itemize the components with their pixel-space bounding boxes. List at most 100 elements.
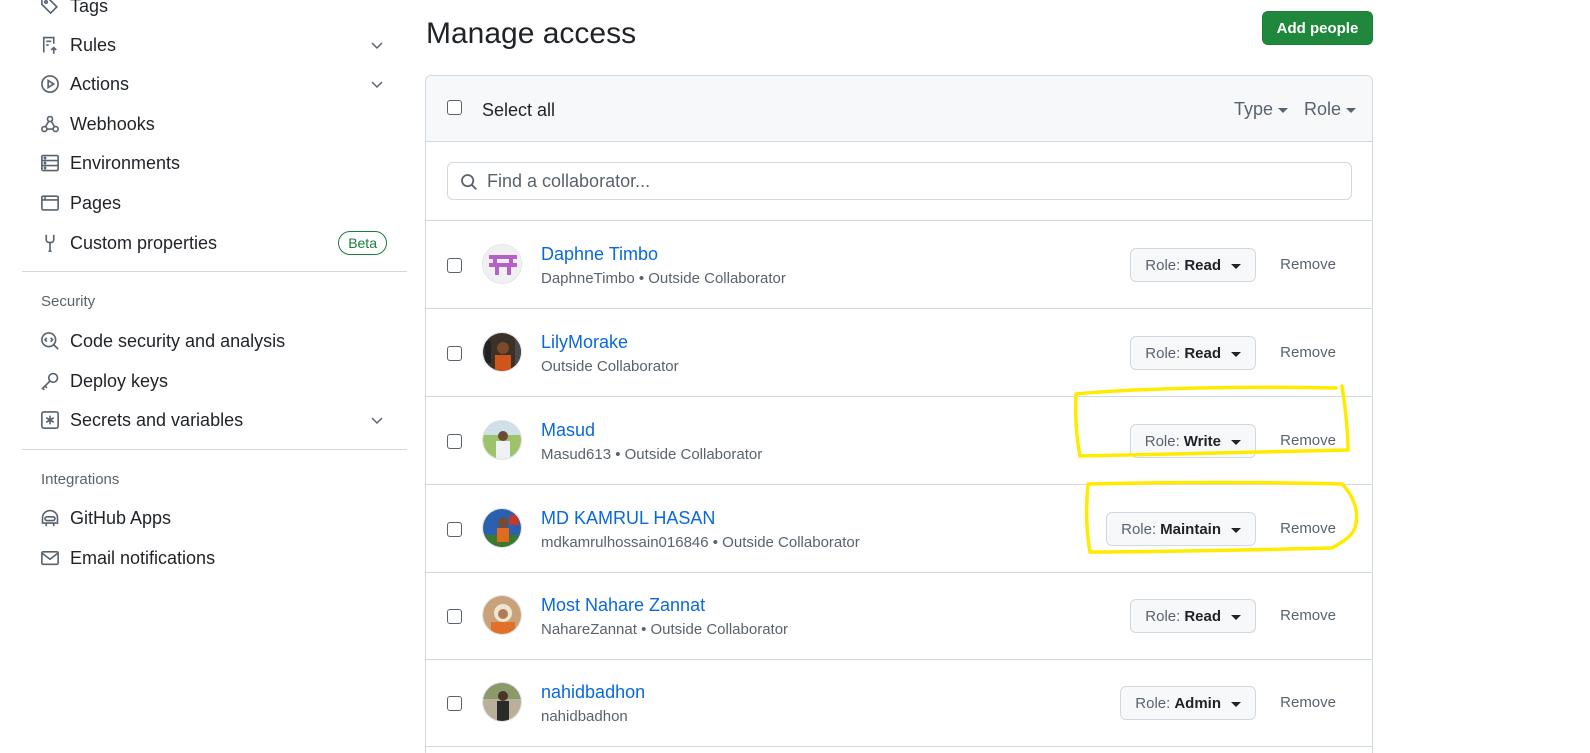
member-name-link[interactable]: Daphne Timbo (541, 244, 658, 265)
search-box[interactable] (447, 162, 1352, 200)
caret-down-icon (1231, 439, 1241, 445)
key-icon (39, 370, 61, 392)
remove-button[interactable]: Remove (1280, 607, 1336, 624)
caret-down-icon (1231, 701, 1241, 707)
tools-icon (39, 232, 61, 254)
role-dropdown-button[interactable]: Role: Admin (1120, 686, 1256, 720)
search-icon (461, 174, 477, 190)
sidebar-item-pages[interactable]: Pages (22, 186, 407, 220)
play-icon (39, 73, 61, 95)
member-meta: Masud613 • Outside Collaborator (541, 446, 763, 463)
collaborator-row: MD KAMRUL HASAN mdkamrulhossain016846 • … (426, 485, 1372, 573)
member-name-link[interactable]: Masud (541, 420, 595, 441)
sidebar-item-email-notifications[interactable]: Email notifications (22, 541, 407, 575)
sidebar-item-tags[interactable]: Tags (22, 0, 407, 23)
role-value: Admin (1174, 694, 1221, 712)
sidebar-item-label: Webhooks (70, 113, 155, 134)
role-dropdown-button[interactable]: Role: Maintain (1106, 512, 1256, 546)
sidebar-item-deploy-keys[interactable]: Deploy keys (22, 364, 407, 398)
row-checkbox[interactable] (447, 346, 462, 361)
caret-down-icon (1278, 108, 1289, 113)
sidebar-item-label: Custom properties (70, 232, 218, 253)
remove-button[interactable]: Remove (1280, 256, 1336, 273)
tag-icon (39, 0, 61, 17)
sidebar-item-label: Code security and analysis (70, 330, 286, 351)
role-prefix: Role: (1145, 344, 1181, 362)
role-prefix: Role: (1135, 694, 1171, 712)
sidebar-item-custom-properties[interactable]: Custom properties Beta (22, 226, 407, 260)
member-name-link[interactable]: Most Nahare Zannat (541, 595, 705, 616)
sidebar-item-code-security[interactable]: Code security and analysis (22, 324, 407, 358)
role-dropdown-button[interactable]: Role: Read (1130, 336, 1256, 370)
role-dropdown-button[interactable]: Role: Write (1129, 424, 1256, 458)
sidebar-item-rules[interactable]: Rules (22, 28, 407, 62)
sidebar-item-webhooks[interactable]: Webhooks (22, 107, 407, 141)
sidebar-item-label: GitHub Apps (70, 507, 172, 528)
row-checkbox[interactable] (447, 434, 462, 449)
avatar[interactable] (482, 682, 522, 722)
select-all-checkbox[interactable] (447, 100, 462, 115)
role-value: Write (1183, 432, 1221, 450)
avatar[interactable] (482, 244, 522, 284)
type-filter-dropdown[interactable]: Type (1234, 99, 1289, 120)
member-meta: Outside Collaborator (541, 358, 679, 375)
collaborator-row: LilyMorake Outside Collaborator Role: Rea… (426, 309, 1372, 397)
member-name-link[interactable]: nahidbadhon (541, 682, 645, 703)
remove-button[interactable]: Remove (1280, 694, 1336, 711)
role-dropdown-button[interactable]: Role: Read (1130, 248, 1256, 282)
search-input[interactable] (487, 163, 1337, 199)
avatar[interactable] (482, 332, 522, 372)
role-value: Read (1184, 256, 1221, 274)
member-meta: DaphneTimbo • Outside Collaborator (541, 270, 786, 287)
remove-button[interactable]: Remove (1280, 520, 1336, 537)
asterisk-icon (39, 409, 61, 431)
avatar[interactable] (482, 508, 522, 548)
role-filter-label: Role (1304, 99, 1342, 119)
role-dropdown-button[interactable]: Role: Read (1130, 599, 1256, 633)
role-value: Read (1184, 607, 1221, 625)
browser-icon (39, 192, 61, 214)
chevron-down-icon[interactable] (369, 412, 385, 428)
type-filter-label: Type (1234, 99, 1274, 119)
row-checkbox[interactable] (447, 609, 462, 624)
row-checkbox[interactable] (447, 522, 462, 537)
member-meta: mdkamrulhossain016846 • Outside Collabor… (541, 534, 860, 551)
collaborator-row: Daphne Timbo DaphneTimbo • Outside Colla… (426, 221, 1372, 309)
sidebar-item-secrets-variables[interactable]: Secrets and variables (22, 403, 407, 437)
server-icon (39, 152, 61, 174)
row-checkbox[interactable] (447, 696, 462, 711)
chevron-down-icon[interactable] (369, 76, 385, 92)
collaborator-row: Masud Masud613 • Outside Collaborator Ro… (426, 397, 1372, 485)
avatar[interactable] (482, 595, 522, 635)
caret-down-icon (1231, 263, 1241, 269)
role-value: Read (1184, 344, 1221, 362)
add-people-button[interactable]: Add people (1262, 11, 1373, 45)
avatar[interactable] (482, 420, 522, 460)
chevron-down-icon[interactable] (369, 37, 385, 53)
member-name-link[interactable]: MD KAMRUL HASAN (541, 508, 715, 529)
sidebar-item-label: Email notifications (70, 547, 216, 568)
sidebar-item-actions[interactable]: Actions (22, 67, 407, 101)
rules-icon (39, 34, 61, 56)
remove-button[interactable]: Remove (1280, 344, 1336, 361)
role-filter-dropdown[interactable]: Role (1304, 99, 1357, 120)
role-prefix: Role: (1121, 520, 1157, 538)
sidebar-divider (22, 271, 407, 272)
sidebar-item-github-apps[interactable]: GitHub Apps (22, 501, 407, 535)
caret-down-icon (1346, 108, 1357, 113)
sidebar-item-label: Secrets and variables (70, 409, 244, 430)
sidebar-item-environments[interactable]: Environments (22, 146, 407, 180)
caret-down-icon (1231, 527, 1241, 533)
member-name-link[interactable]: LilyMorake (541, 332, 628, 353)
page-title: Manage access (426, 17, 637, 50)
sidebar-item-label: Environments (70, 152, 181, 173)
row-checkbox[interactable] (447, 258, 462, 273)
caret-down-icon (1231, 614, 1241, 620)
section-heading-security: Security (41, 293, 96, 310)
collaborator-row: Most Nahare Zannat NahareZannat • Outsid… (426, 572, 1372, 660)
search-row (426, 142, 1372, 221)
remove-button[interactable]: Remove (1280, 432, 1336, 449)
role-prefix: Role: (1145, 256, 1181, 274)
member-meta: nahidbadhon (541, 708, 628, 725)
sidebar-item-label: Pages (70, 192, 122, 213)
